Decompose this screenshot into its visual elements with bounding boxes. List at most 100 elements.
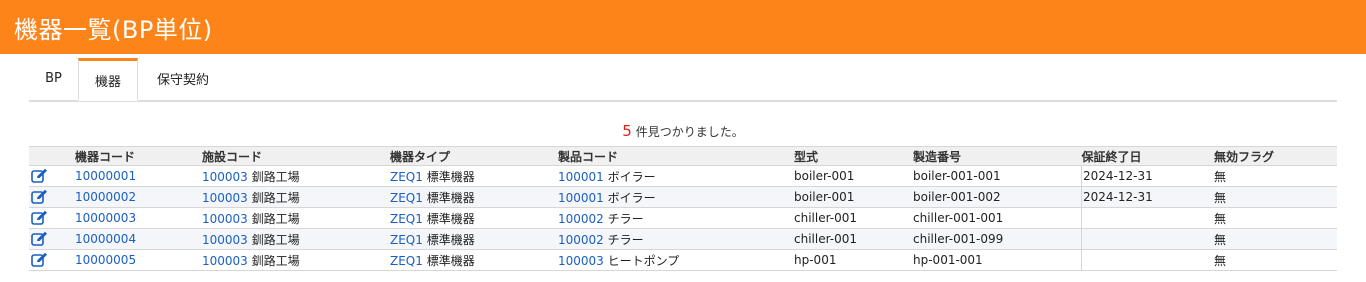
type-code-link[interactable]: ZEQ1	[390, 212, 423, 226]
table-row: 10000005 100003 釧路工場 ZEQ1 標準機器 100003 ヒートポン…	[29, 249, 1337, 271]
equipment-code-link[interactable]: 10000001	[75, 169, 136, 183]
type-cell: ZEQ1 標準機器	[390, 207, 558, 229]
tab-maintenance-contract[interactable]: 保守契約	[138, 58, 228, 98]
serial-number-cell: boiler-001-001	[913, 165, 1082, 187]
equipment-code-link[interactable]: 10000003	[75, 211, 136, 225]
facility-name: 釧路工場	[251, 169, 300, 184]
type-code-link[interactable]: ZEQ1	[390, 191, 423, 205]
column-header-model[interactable]: 型式	[794, 146, 913, 166]
equipment-code-cell: 10000004	[75, 228, 202, 250]
equipment-code-link[interactable]: 10000004	[75, 232, 136, 246]
model-cell: boiler-001	[794, 186, 913, 208]
edit-cell	[29, 207, 75, 229]
table-header-row: 機器コード 施設コード 機器タイプ 製品コード 型式 製造番号 保証終了日 無効…	[29, 146, 1337, 166]
model-cell: hp-001	[794, 249, 913, 271]
type-code-link[interactable]: ZEQ1	[390, 254, 423, 268]
product-name: ヒートポンプ	[607, 253, 680, 268]
warranty-end-cell	[1081, 228, 1214, 250]
serial-number-cell: chiller-001-099	[913, 228, 1082, 250]
result-text: 件見つかりました。	[635, 125, 744, 139]
invalid-flag-cell: 無	[1214, 249, 1337, 271]
edit-icon[interactable]	[31, 168, 49, 184]
edit-icon[interactable]	[31, 252, 49, 268]
equipment-code-cell: 10000001	[75, 165, 202, 187]
result-count: 5	[622, 122, 632, 140]
column-header-equipment-code[interactable]: 機器コード	[75, 146, 202, 166]
facility-code-link[interactable]: 100003	[202, 233, 248, 247]
edit-icon[interactable]	[31, 231, 49, 247]
page-title: 機器一覧(BP単位)	[14, 15, 213, 44]
edit-icon[interactable]	[31, 189, 49, 205]
model-cell: chiller-001	[794, 228, 913, 250]
facility-code-link[interactable]: 100003	[202, 212, 248, 226]
tab-bp[interactable]: BP	[29, 58, 78, 98]
product-code-link[interactable]: 100002	[558, 212, 604, 226]
table-row: 10000003 100003 釧路工場 ZEQ1 標準機器 100002 チラー ch…	[29, 207, 1337, 229]
edit-cell	[29, 186, 75, 208]
product-cell: 100002 チラー	[558, 228, 794, 250]
column-header-warranty-end[interactable]: 保証終了日	[1081, 146, 1214, 166]
product-cell: 100003 ヒートポンプ	[558, 249, 794, 271]
invalid-flag-cell: 無	[1214, 207, 1337, 229]
tab-bar: BP 機器 保守契約	[29, 58, 1337, 102]
column-header-edit	[29, 146, 75, 166]
product-code-link[interactable]: 100003	[558, 254, 604, 268]
type-name: 標準機器	[426, 232, 475, 247]
facility-name: 釧路工場	[251, 232, 300, 247]
tab-equipment[interactable]: 機器	[78, 58, 138, 101]
equipment-code-cell: 10000005	[75, 249, 202, 271]
facility-code-link[interactable]: 100003	[202, 254, 248, 268]
warranty-end-cell: 2024-12-31	[1081, 165, 1214, 187]
column-header-serial-number[interactable]: 製造番号	[913, 146, 1082, 166]
invalid-flag-cell: 無	[1214, 165, 1337, 187]
type-code-link[interactable]: ZEQ1	[390, 170, 423, 184]
facility-cell: 100003 釧路工場	[202, 249, 390, 271]
table-row: 10000004 100003 釧路工場 ZEQ1 標準機器 100002 チラー ch…	[29, 228, 1337, 250]
facility-name: 釧路工場	[251, 253, 300, 268]
type-name: 標準機器	[426, 190, 475, 205]
equipment-code-link[interactable]: 10000002	[75, 190, 136, 204]
facility-code-link[interactable]: 100003	[202, 191, 248, 205]
page-header: 機器一覧(BP単位)	[0, 0, 1366, 54]
type-cell: ZEQ1 標準機器	[390, 165, 558, 187]
facility-code-link[interactable]: 100003	[202, 170, 248, 184]
product-code-link[interactable]: 100001	[558, 170, 604, 184]
type-cell: ZEQ1 標準機器	[390, 249, 558, 271]
type-cell: ZEQ1 標準機器	[390, 186, 558, 208]
result-summary: 5 件見つかりました。	[0, 122, 1366, 140]
invalid-flag-cell: 無	[1214, 186, 1337, 208]
edit-cell	[29, 228, 75, 250]
column-header-product-code[interactable]: 製品コード	[558, 146, 794, 166]
equipment-code-cell: 10000003	[75, 207, 202, 229]
column-header-facility-code[interactable]: 施設コード	[202, 146, 390, 166]
product-code-link[interactable]: 100001	[558, 191, 604, 205]
facility-name: 釧路工場	[251, 190, 300, 205]
edit-icon[interactable]	[31, 210, 49, 226]
product-code-link[interactable]: 100002	[558, 233, 604, 247]
product-name: チラー	[607, 232, 644, 247]
warranty-end-cell	[1081, 207, 1214, 229]
equipment-code-cell: 10000002	[75, 186, 202, 208]
product-name: ボイラー	[607, 169, 656, 184]
type-code-link[interactable]: ZEQ1	[390, 233, 423, 247]
edit-cell	[29, 249, 75, 271]
model-cell: chiller-001	[794, 207, 913, 229]
product-cell: 100001 ボイラー	[558, 186, 794, 208]
facility-cell: 100003 釧路工場	[202, 228, 390, 250]
column-header-equipment-type[interactable]: 機器タイプ	[390, 146, 558, 166]
serial-number-cell: boiler-001-002	[913, 186, 1082, 208]
edit-cell	[29, 165, 75, 187]
type-name: 標準機器	[426, 169, 475, 184]
facility-name: 釧路工場	[251, 211, 300, 226]
serial-number-cell: chiller-001-001	[913, 207, 1082, 229]
facility-cell: 100003 釧路工場	[202, 186, 390, 208]
table-row: 10000002 100003 釧路工場 ZEQ1 標準機器 100001 ボイラー b…	[29, 186, 1337, 208]
warranty-end-cell: 2024-12-31	[1081, 186, 1214, 208]
product-name: ボイラー	[607, 190, 656, 205]
facility-cell: 100003 釧路工場	[202, 165, 390, 187]
facility-cell: 100003 釧路工場	[202, 207, 390, 229]
type-name: 標準機器	[426, 253, 475, 268]
column-header-invalid-flag[interactable]: 無効フラグ	[1214, 146, 1337, 166]
product-name: チラー	[607, 211, 644, 226]
equipment-code-link[interactable]: 10000005	[75, 253, 136, 267]
